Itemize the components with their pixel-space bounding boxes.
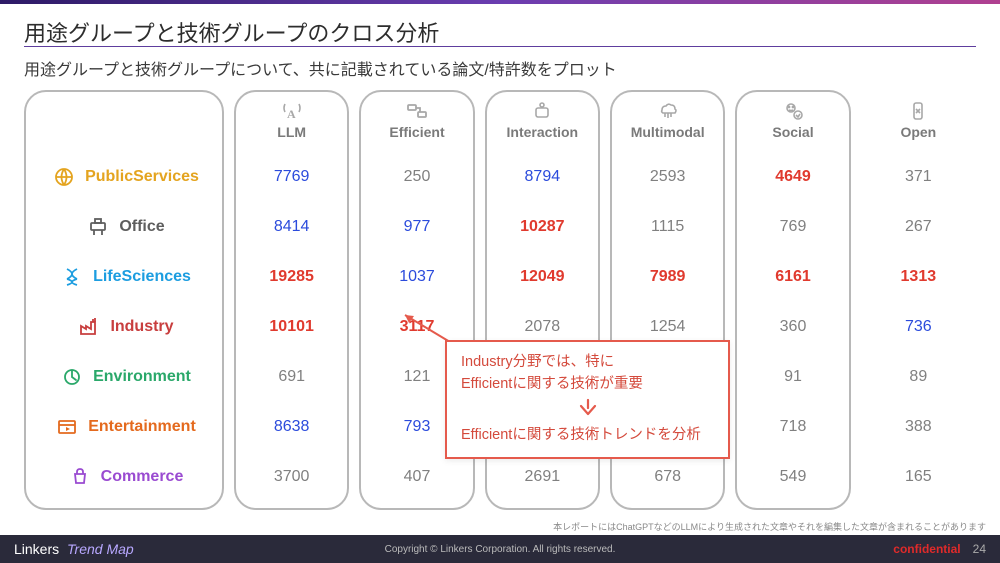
- cell-publicservices-efficient: 250: [359, 152, 474, 202]
- entertainment-icon: [56, 416, 78, 438]
- row-label-text: Commerce: [101, 468, 184, 486]
- col-label: Multimodal: [631, 124, 705, 140]
- footer-bar: Linkers Trend Map Copyright © Linkers Co…: [0, 535, 1000, 563]
- cell-publicservices-social: 4649: [735, 152, 850, 202]
- efficient-icon: [404, 100, 430, 122]
- publicservices-icon: [53, 166, 75, 188]
- cell-industry-open: 736: [861, 302, 976, 352]
- col-header-social: Social: [735, 88, 850, 152]
- cell-publicservices-interaction: 8794: [485, 152, 600, 202]
- cell-office-open: 267: [861, 202, 976, 252]
- row-label-industry: Industry: [24, 302, 224, 352]
- open-icon: [905, 100, 931, 122]
- cell-lifesciences-efficient: 1037: [359, 252, 474, 302]
- brand-linkers: Linkers: [14, 541, 59, 557]
- cell-commerce-llm: 3700: [234, 452, 349, 502]
- row-label-office: Office: [24, 202, 224, 252]
- commerce-icon: [69, 466, 91, 488]
- cell-environment-open: 89: [861, 352, 976, 402]
- row-label-commerce: Commerce: [24, 452, 224, 502]
- confidential-label: confidential: [893, 542, 960, 556]
- col-label: Efficient: [389, 124, 444, 140]
- cell-office-social: 769: [735, 202, 850, 252]
- corner-spacer: [24, 88, 224, 152]
- col-label: Social: [772, 124, 813, 140]
- lifesciences-icon: [61, 266, 83, 288]
- page-title: 用途グループと技術グループのクロス分析: [24, 16, 439, 48]
- col-header-interaction: Interaction: [485, 88, 600, 152]
- cell-industry-llm: 10101: [234, 302, 349, 352]
- row-label-text: LifeSciences: [93, 268, 191, 286]
- cell-environment-llm: 691: [234, 352, 349, 402]
- environment-icon: [61, 366, 83, 388]
- cell-environment-social: 91: [735, 352, 850, 402]
- cell-office-efficient: 977: [359, 202, 474, 252]
- llm-icon: A: [279, 100, 305, 122]
- col-header-multimodal: Multimodal: [610, 88, 725, 152]
- cell-commerce-open: 165: [861, 452, 976, 502]
- col-header-open: Open: [861, 88, 976, 152]
- brand-logo: Linkers Trend Map: [14, 541, 134, 557]
- page-subtitle: 用途グループと技術グループについて、共に記載されている論文/特許数をプロット: [24, 56, 617, 80]
- disclaimer-text: 本レポートにはChatGPTなどのLLMにより生成された文章やそれを編集した文章…: [553, 520, 986, 533]
- cell-entertainment-llm: 8638: [234, 402, 349, 452]
- accent-bar: [0, 0, 1000, 4]
- callout-box: Industry分野では、特に Efficientに関する技術が重要 Effic…: [445, 340, 730, 459]
- cell-publicservices-llm: 7769: [234, 152, 349, 202]
- social-icon: [780, 100, 806, 122]
- cell-lifesciences-social: 6161: [735, 252, 850, 302]
- cell-entertainment-social: 718: [735, 402, 850, 452]
- cell-commerce-efficient: 407: [359, 452, 474, 502]
- cell-commerce-social: 549: [735, 452, 850, 502]
- cell-entertainment-open: 388: [861, 402, 976, 452]
- row-label-lifesciences: LifeSciences: [24, 252, 224, 302]
- down-arrow-icon: [461, 398, 714, 424]
- cell-publicservices-multimodal: 2593: [610, 152, 725, 202]
- row-label-entertainment: Entertainment: [24, 402, 224, 452]
- title-underline: [24, 46, 976, 47]
- row-label-text: Entertainment: [88, 418, 196, 436]
- interaction-icon: [529, 100, 555, 122]
- row-label-text: Office: [119, 218, 164, 236]
- industry-icon: [78, 316, 100, 338]
- cell-commerce-multimodal: 678: [610, 452, 725, 502]
- cell-office-interaction: 10287: [485, 202, 600, 252]
- col-header-efficient: Efficient: [359, 88, 474, 152]
- callout-line3: Efficientに関する技術トレンドを分析: [461, 425, 714, 447]
- cell-publicservices-open: 371: [861, 152, 976, 202]
- callout-line2: Efficientに関する技術が重要: [461, 374, 714, 396]
- cell-lifesciences-llm: 19285: [234, 252, 349, 302]
- cell-office-multimodal: 1115: [610, 202, 725, 252]
- callout-line1: Industry分野では、特に: [461, 352, 714, 374]
- copyright-text: Copyright © Linkers Corporation. All rig…: [385, 544, 616, 555]
- cell-lifesciences-multimodal: 7989: [610, 252, 725, 302]
- cell-lifesciences-open: 1313: [861, 252, 976, 302]
- cell-industry-social: 360: [735, 302, 850, 352]
- cell-commerce-interaction: 2691: [485, 452, 600, 502]
- multimodal-icon: [655, 100, 681, 122]
- cell-office-llm: 8414: [234, 202, 349, 252]
- office-icon: [87, 216, 109, 238]
- col-label: Interaction: [507, 124, 579, 140]
- svg-text:A: A: [287, 107, 296, 121]
- row-label-text: Industry: [110, 318, 173, 336]
- row-label-text: Environment: [93, 368, 191, 386]
- page-number: 24: [973, 542, 986, 556]
- row-label-text: PublicServices: [85, 168, 199, 186]
- col-label: LLM: [277, 124, 306, 140]
- brand-trendmap: Trend Map: [67, 541, 134, 557]
- row-label-environment: Environment: [24, 352, 224, 402]
- cell-lifesciences-interaction: 12049: [485, 252, 600, 302]
- row-label-publicservices: PublicServices: [24, 152, 224, 202]
- col-header-llm: A LLM: [234, 88, 349, 152]
- col-label: Open: [900, 124, 936, 140]
